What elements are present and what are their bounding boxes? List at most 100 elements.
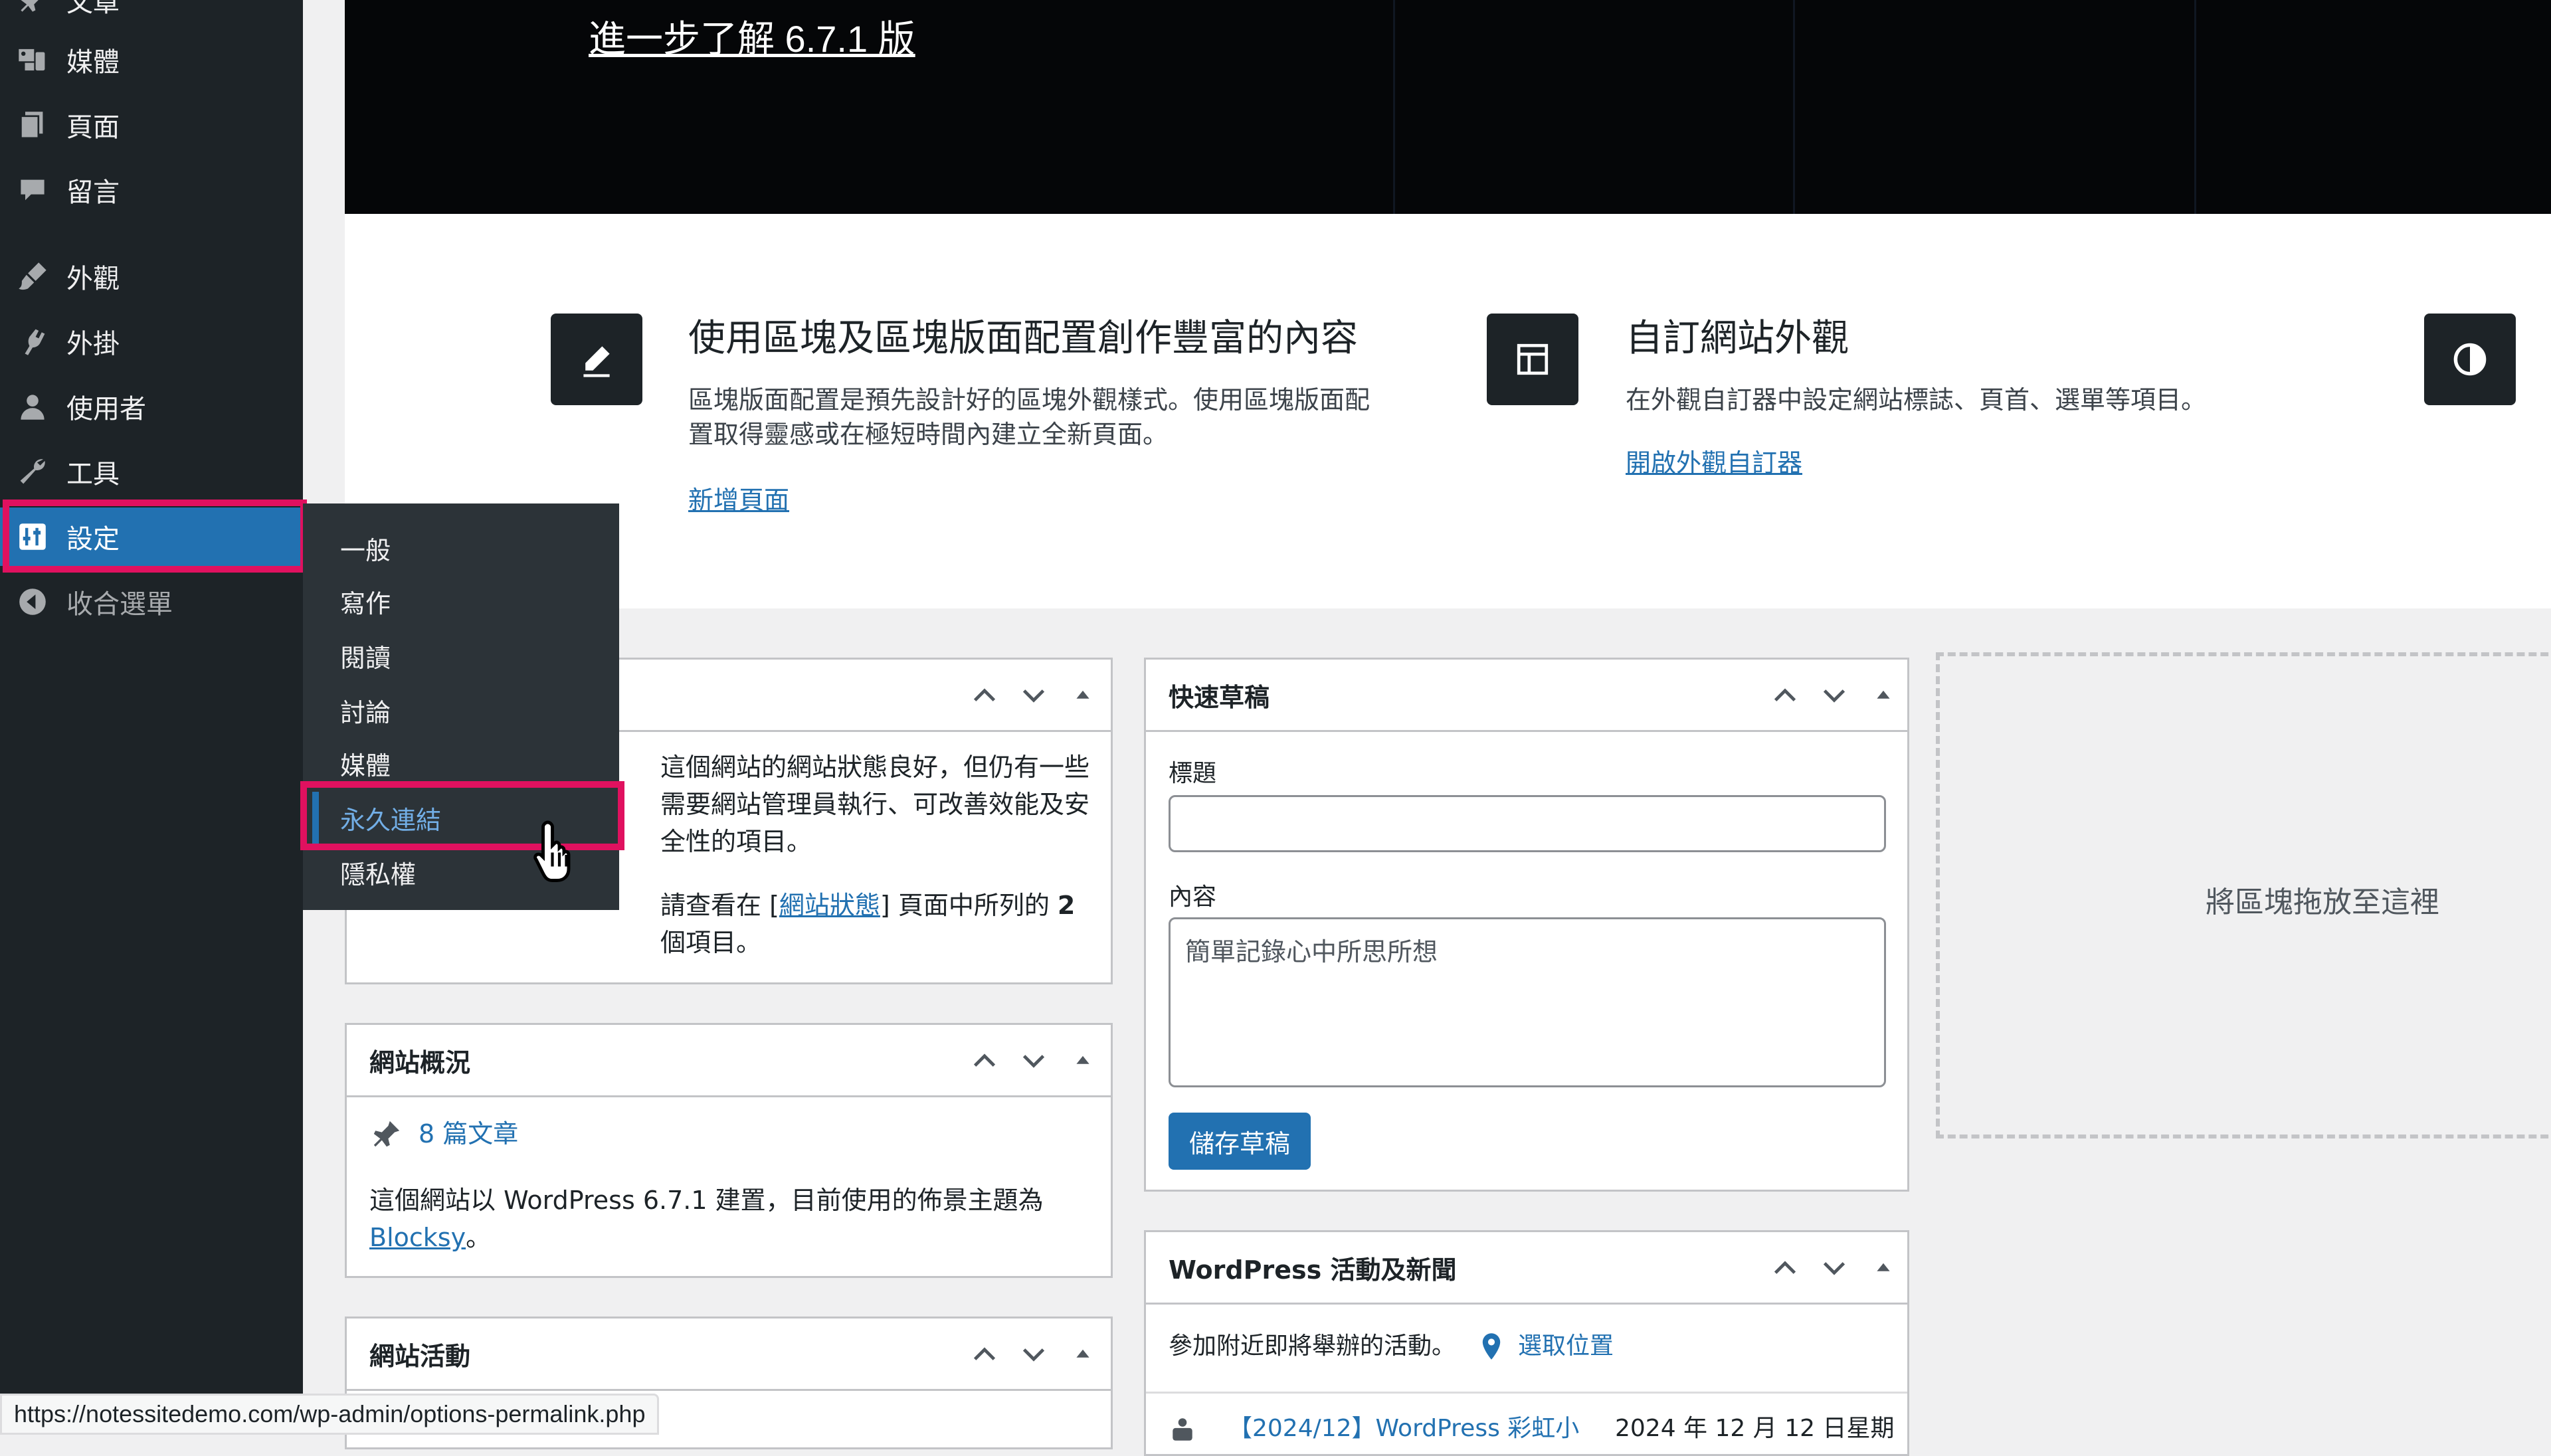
media-icon	[15, 42, 50, 78]
site-health-link[interactable]: 網站狀態	[779, 891, 880, 920]
pencil-icon	[551, 314, 642, 405]
submenu-item-privacy[interactable]: 隱私權	[340, 854, 416, 891]
select-location-link[interactable]: 選取位置	[1518, 1328, 1614, 1365]
dropzone-text: 將區塊拖放至這裡	[2206, 885, 2439, 919]
glance-theme: Blocksy。	[369, 1219, 491, 1256]
sidebar-item-label: 文章	[66, 0, 120, 18]
collapse-icon	[15, 584, 50, 620]
glance-text: 這個網站以 WordPress 6.7.1 建置，目前使用的佈景主題為	[369, 1186, 1044, 1215]
move-up-icon[interactable]	[1769, 680, 1801, 711]
sidebar-item-label: 頁面	[66, 112, 120, 143]
block-dropzone[interactable]: 將區塊拖放至這裡	[1936, 652, 2551, 1138]
site-health-text: 全性的項目。	[660, 827, 812, 856]
welcome-features-panel: 使用區塊及區塊版面配置創作豐富的內容 區塊版面配置是預先設計好的區塊外觀樣式。使…	[345, 214, 2551, 608]
move-up-icon[interactable]	[969, 1338, 1000, 1370]
widget-title: 網站活動	[369, 1342, 471, 1371]
event-date: 2024 年 12 月 12 日星期	[1615, 1415, 1895, 1442]
toggle-panel-icon[interactable]	[1067, 680, 1099, 711]
move-down-icon[interactable]	[1018, 680, 1050, 711]
draft-content-label: 內容	[1169, 883, 1217, 911]
move-up-icon[interactable]	[969, 680, 1000, 711]
sidebar-item-posts[interactable]: 文章	[0, 0, 303, 29]
layout-icon	[1487, 314, 1578, 405]
location-icon	[1477, 1332, 1506, 1361]
note-count: 2	[1057, 891, 1076, 920]
events-news-widget: WordPress 活動及新聞 參加附近即將舉辦的活動。 選取位置 【2024/…	[1144, 1230, 1909, 1456]
sidebar-collapse-menu[interactable]: 收合選單	[0, 573, 303, 631]
feature-desc-line: 置取得靈感或在極短時間內建立全新頁面。	[688, 420, 1169, 449]
event-title-link[interactable]: 【2024/12】WordPress 彩虹小	[1228, 1410, 1579, 1447]
wrench-icon	[15, 454, 50, 490]
feature-desc-line: 在外觀自訂器中設定網站標誌、頁首、選單等項目。	[1626, 385, 2207, 414]
submenu-item-discussion[interactable]: 討論	[340, 692, 391, 729]
theme-link[interactable]: Blocksy	[369, 1223, 466, 1252]
admin-sidebar: 文章 媒體 頁面 留言 外觀 外掛 使用者 工具 設定 收合選單	[0, 0, 303, 1435]
page-icon	[15, 107, 50, 143]
site-health-note: 請查看在 [網站狀態] 頁面中所列的 2	[660, 887, 1075, 924]
open-customizer-link[interactable]: 開啟外觀自訂器	[1626, 442, 1802, 479]
toggle-panel-icon[interactable]	[1067, 1045, 1099, 1077]
sidebar-item-users[interactable]: 使用者	[0, 377, 303, 436]
browser-status-url: https://notessitedemo.com/wp-admin/optio…	[0, 1394, 660, 1435]
move-up-icon[interactable]	[969, 1045, 1000, 1077]
sidebar-item-media[interactable]: 媒體	[0, 31, 303, 89]
sidebar-item-pages[interactable]: 頁面	[0, 96, 303, 154]
theme-suffix: 。	[466, 1223, 492, 1252]
comment-icon	[15, 172, 50, 208]
events-divider	[1146, 1392, 1907, 1394]
at-a-glance-widget: 網站概況 8 篇文章 這個網站以 WordPress 6.7.1 建置，目前使用…	[345, 1023, 1113, 1278]
content-placeholder: 簡單記錄心中所思所想	[1185, 937, 1438, 966]
quick-draft-widget: 快速草稿 標題 內容 簡單記錄心中所思所想 儲存草稿	[1144, 658, 1909, 1192]
move-up-icon[interactable]	[1769, 1252, 1801, 1284]
hand-cursor-icon	[531, 817, 587, 883]
submenu-item-media[interactable]: 媒體	[340, 745, 391, 782]
add-page-link[interactable]: 新增頁面	[688, 480, 789, 516]
widget-title: WordPress 活動及新聞	[1169, 1255, 1457, 1285]
toggle-panel-icon[interactable]	[1867, 680, 1899, 711]
submenu-item-writing[interactable]: 寫作	[340, 583, 391, 620]
submenu-item-general[interactable]: 一般	[340, 530, 391, 567]
toggle-panel-icon[interactable]	[1067, 1338, 1099, 1370]
save-draft-button[interactable]: 儲存草稿	[1169, 1113, 1311, 1170]
brush-icon	[15, 258, 50, 294]
site-health-note-suffix: 個項目。	[660, 928, 762, 957]
events-text: 參加附近即將舉辦的活動。	[1169, 1332, 1456, 1360]
pin-icon	[15, 0, 50, 18]
note-prefix: 請查看在 [	[660, 891, 779, 920]
move-down-icon[interactable]	[1818, 1252, 1850, 1284]
sidebar-item-comments[interactable]: 留言	[0, 161, 303, 219]
settings-highlight-box	[3, 500, 307, 573]
submenu-item-reading[interactable]: 閱讀	[340, 638, 391, 674]
widget-title: 網站概況	[369, 1048, 471, 1077]
sidebar-item-label: 工具	[66, 459, 120, 490]
draft-content-textarea[interactable]: 簡單記錄心中所思所想	[1169, 917, 1886, 1087]
sidebar-item-label: 留言	[66, 177, 120, 208]
site-health-text: 這個網站的網站狀態良好，但仍有一些	[660, 753, 1090, 782]
site-health-text: 需要網站管理員執行、可改善效能及安	[660, 790, 1090, 819]
sidebar-item-label: 媒體	[66, 47, 120, 78]
sidebar-item-label: 外掛	[66, 329, 120, 359]
note-mid: ] 頁面中所列的	[880, 891, 1058, 920]
move-down-icon[interactable]	[1018, 1338, 1050, 1370]
sidebar-item-appearance[interactable]: 外觀	[0, 247, 303, 306]
plugin-icon	[15, 323, 50, 359]
feature-desc-line: 區塊版面配置是預先設計好的區塊外觀樣式。使用區塊版面配	[688, 385, 1370, 414]
posts-count-link[interactable]: 8 篇文章	[419, 1115, 518, 1152]
move-down-icon[interactable]	[1018, 1045, 1050, 1077]
toggle-panel-icon[interactable]	[1867, 1252, 1899, 1284]
move-down-icon[interactable]	[1818, 680, 1850, 711]
draft-title-label: 標題	[1169, 760, 1217, 787]
sidebar-item-label: 使用者	[66, 394, 146, 424]
sidebar-item-label: 收合選單	[66, 589, 173, 620]
pin-icon	[371, 1118, 403, 1150]
learn-more-link[interactable]: 進一步了解 6.7.1 版	[589, 9, 915, 63]
widget-title: 快速草稿	[1169, 683, 1270, 712]
banner-divider	[1793, 0, 1795, 214]
sidebar-item-plugins[interactable]: 外掛	[0, 312, 303, 371]
meetup-icon	[1169, 1415, 1196, 1443]
sidebar-item-label: 外觀	[66, 264, 120, 294]
sidebar-item-tools[interactable]: 工具	[0, 442, 303, 501]
contrast-icon	[2424, 314, 2516, 405]
draft-title-input[interactable]	[1169, 795, 1886, 852]
banner-divider	[2194, 0, 2196, 214]
